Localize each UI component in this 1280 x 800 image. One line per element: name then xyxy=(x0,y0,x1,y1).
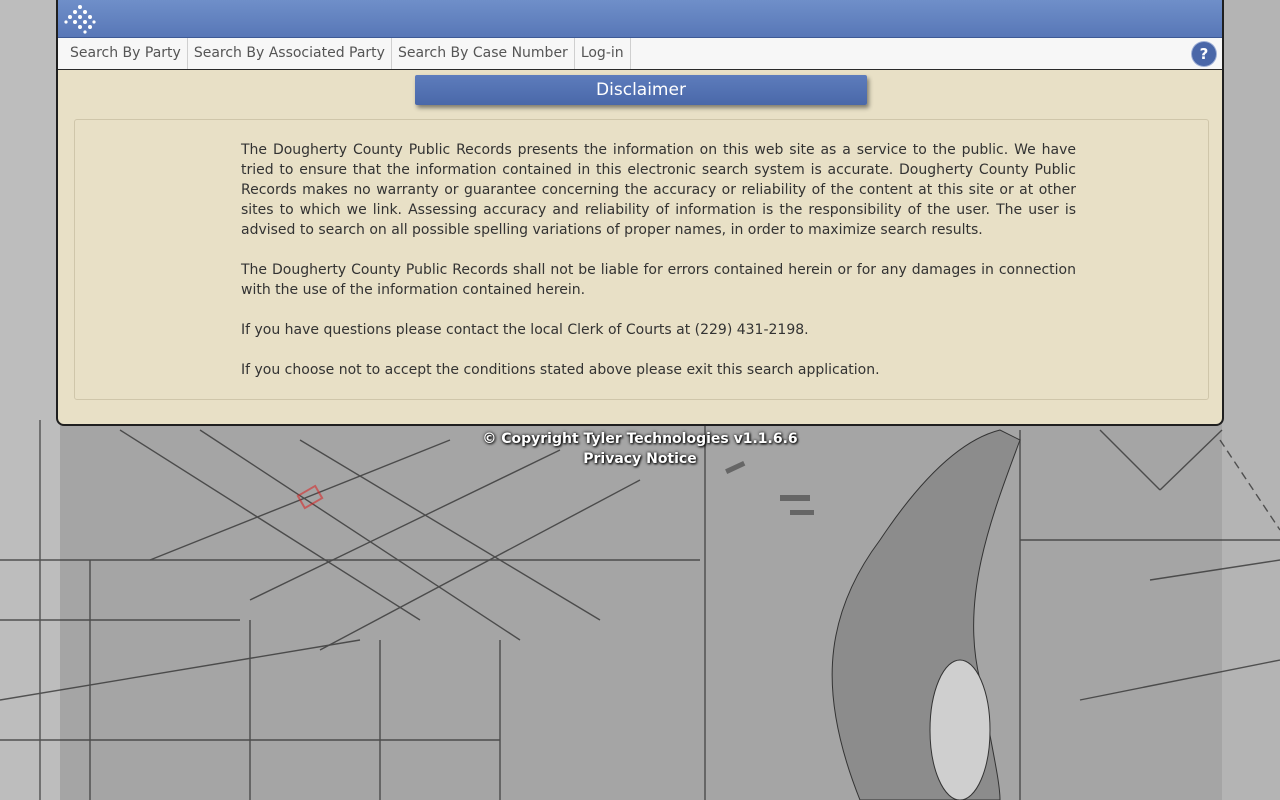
tyler-logo-icon[interactable] xyxy=(64,4,96,34)
disclaimer-title: Disclaimer xyxy=(415,75,867,105)
nav-search-by-case-number[interactable]: Search By Case Number xyxy=(392,38,575,69)
nav-search-by-associated-party[interactable]: Search By Associated Party xyxy=(188,38,392,69)
disclaimer-paragraph: If you choose not to accept the conditio… xyxy=(241,362,880,378)
nav-bar: Search By Party Search By Associated Par… xyxy=(58,38,1222,70)
copyright-text: © Copyright Tyler Technologies v1.1.6.6 xyxy=(482,431,798,447)
disclaimer-paragraph: The Dougherty County Public Records pres… xyxy=(241,142,1076,238)
privacy-notice-link[interactable]: Privacy Notice xyxy=(583,451,696,467)
disclaimer-text: The Dougherty County Public Records pres… xyxy=(241,140,1076,400)
app-window: Search By Party Search By Associated Par… xyxy=(56,0,1224,426)
nav-search-by-party[interactable]: Search By Party xyxy=(58,38,188,69)
help-icon[interactable]: ? xyxy=(1192,42,1216,66)
nav-log-in[interactable]: Log-in xyxy=(575,38,631,69)
disclaimer-paragraph: If you have questions please contact the… xyxy=(241,322,809,338)
disclaimer-panel: The Dougherty County Public Records pres… xyxy=(74,119,1209,400)
disclaimer-paragraph: The Dougherty County Public Records shal… xyxy=(241,262,1076,298)
title-bar xyxy=(58,0,1222,38)
footer: © Copyright Tyler Technologies v1.1.6.6 … xyxy=(0,429,1280,469)
